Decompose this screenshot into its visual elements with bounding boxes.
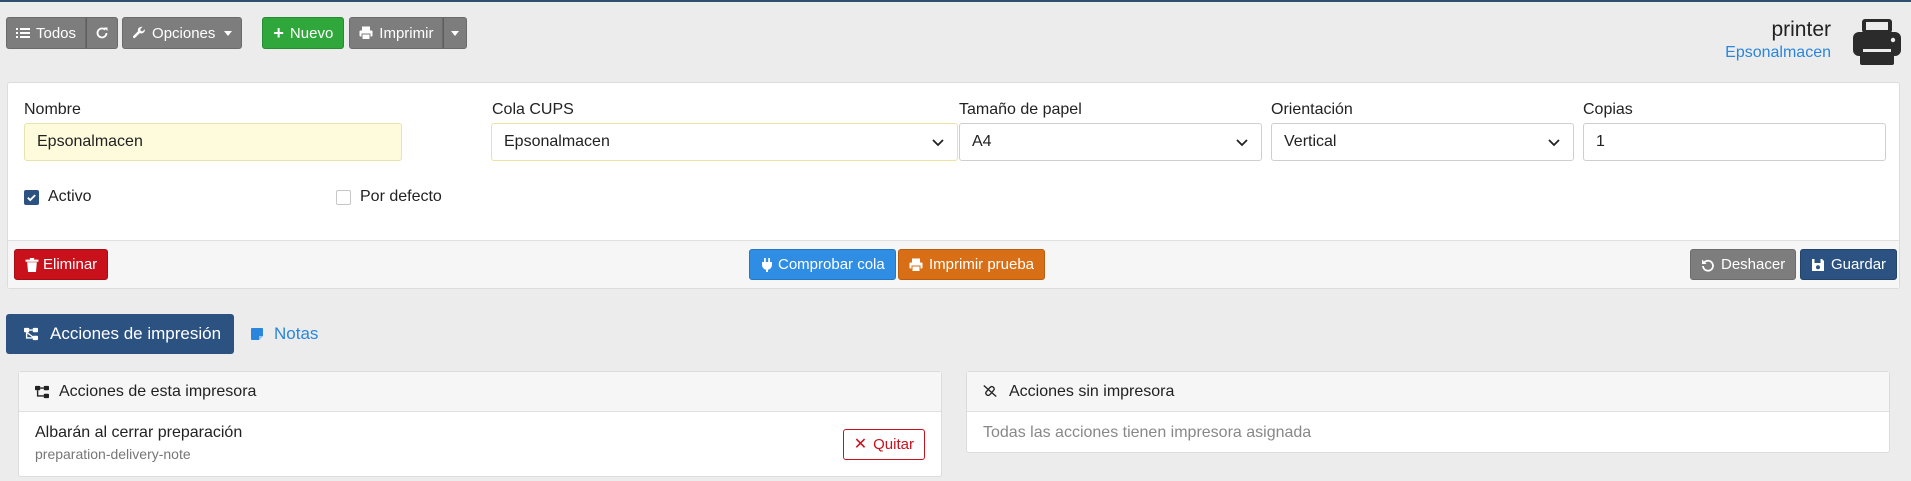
- printer-actions-header: Acciones de esta impresora: [19, 372, 941, 412]
- tab-print-actions[interactable]: Acciones de impresión: [6, 314, 234, 354]
- printer-form-card: Nombre Epsonalmacen Cola CUPS Epsonalmac…: [7, 82, 1900, 289]
- sticky-note-icon: [250, 327, 264, 341]
- printer-icon: [359, 26, 373, 40]
- record-subtitle-link[interactable]: Epsonalmacen: [1725, 43, 1831, 63]
- paper-size-label: Tamaño de papel: [959, 101, 1082, 118]
- plug-icon: [760, 257, 772, 272]
- print-button-group: Imprimir: [349, 17, 468, 49]
- list-item: Albarán al cerrar preparación preparatio…: [19, 412, 941, 474]
- checkbox-checked-icon: [24, 189, 39, 205]
- orientation-value: Vertical: [1284, 133, 1337, 150]
- undo-label: Deshacer: [1721, 256, 1786, 273]
- undo-button[interactable]: Deshacer: [1690, 249, 1797, 280]
- default-checkbox[interactable]: Por defecto: [336, 188, 442, 206]
- sitemap-icon: [35, 385, 51, 399]
- print-dropdown-button[interactable]: [443, 17, 468, 49]
- printer-icon: [1851, 17, 1903, 67]
- cups-queue-label: Cola CUPS: [492, 101, 574, 118]
- chevron-down-icon: [224, 30, 233, 36]
- save-label: Guardar: [1831, 256, 1887, 273]
- empty-state-text: Todas las acciones tienen impresora asig…: [983, 424, 1312, 441]
- unassigned-actions-header: Acciones sin impresora: [967, 372, 1889, 412]
- toolbar: Todos Opciones + Nuevo Imprimir: [6, 17, 468, 49]
- delete-button-label: Eliminar: [43, 256, 98, 273]
- all-button[interactable]: Todos: [6, 17, 87, 49]
- save-icon: [1811, 258, 1825, 272]
- print-button-label: Imprimir: [379, 24, 434, 42]
- undo-icon: [1701, 258, 1715, 272]
- sitemap-icon: [24, 327, 40, 341]
- refresh-button[interactable]: [86, 17, 119, 49]
- checkbox-unchecked-icon: [336, 189, 351, 205]
- tab-print-actions-label: Acciones de impresión: [50, 324, 222, 343]
- empty-state: Todas las acciones tienen impresora asig…: [967, 412, 1889, 454]
- chevron-down-icon: [451, 30, 460, 36]
- copies-label: Copias: [1583, 101, 1633, 118]
- unlink-icon: [983, 384, 1001, 400]
- check-queue-label: Comprobar cola: [778, 256, 885, 273]
- test-print-button[interactable]: Imprimir prueba: [898, 249, 1046, 280]
- remove-action-label: Quitar: [873, 436, 914, 453]
- cups-queue-select[interactable]: Epsonalmacen: [491, 123, 958, 161]
- form-footer: Eliminar Comprobar cola Imprimir prueba …: [8, 240, 1899, 288]
- top-accent-line: [0, 0, 1911, 2]
- new-button[interactable]: + Nuevo: [262, 17, 345, 49]
- print-button[interactable]: Imprimir: [349, 17, 444, 49]
- delete-button[interactable]: Eliminar: [14, 249, 109, 280]
- plus-icon: +: [273, 23, 284, 43]
- orientation-select[interactable]: Vertical: [1271, 123, 1574, 161]
- printer-icon: [909, 258, 923, 272]
- unassigned-actions-panel: Acciones sin impresora Todas las accione…: [966, 371, 1890, 453]
- active-label: Activo: [48, 188, 92, 205]
- new-button-label: Nuevo: [289, 24, 334, 42]
- test-print-label: Imprimir prueba: [929, 256, 1035, 273]
- refresh-icon: [95, 26, 109, 40]
- copies-input[interactable]: 1: [1583, 123, 1886, 161]
- options-button[interactable]: Opciones: [122, 17, 243, 49]
- chevron-down-icon: [1548, 139, 1560, 147]
- chevron-down-icon: [932, 139, 944, 147]
- all-button-label: Todos: [36, 24, 77, 42]
- wrench-icon: [132, 26, 146, 40]
- remove-action-button[interactable]: ✕ Quitar: [842, 429, 925, 460]
- trash-icon: [25, 258, 39, 272]
- printer-actions-panel: Acciones de esta impresora Albarán al ce…: [18, 371, 942, 477]
- tab-notes-label: Notas: [274, 324, 319, 343]
- orientation-label: Orientación: [1271, 101, 1353, 118]
- record-header: printer Epsonalmacen: [1725, 17, 1831, 63]
- copies-value: 1: [1596, 133, 1605, 150]
- printer-actions-title: Acciones de esta impresora: [59, 382, 257, 400]
- list-button-group: Todos: [6, 17, 119, 49]
- close-icon: ✕: [853, 435, 868, 453]
- save-button[interactable]: Guardar: [1800, 249, 1898, 280]
- name-label: Nombre: [24, 101, 81, 118]
- paper-size-select[interactable]: A4: [959, 123, 1262, 161]
- active-checkbox[interactable]: Activo: [24, 188, 92, 206]
- page-title: printer: [1771, 18, 1831, 41]
- check-queue-button[interactable]: Comprobar cola: [749, 249, 896, 280]
- options-button-label: Opciones: [152, 24, 216, 42]
- paper-size-value: A4: [972, 133, 992, 150]
- cups-queue-value: Epsonalmacen: [504, 133, 610, 150]
- default-label: Por defecto: [360, 188, 442, 205]
- name-field[interactable]: Epsonalmacen: [24, 123, 402, 161]
- action-code: preparation-delivery-note: [35, 446, 191, 462]
- action-title: Albarán al cerrar preparación: [35, 424, 243, 441]
- list-icon: [16, 26, 30, 40]
- tab-notes[interactable]: Notas: [250, 314, 318, 354]
- chevron-down-icon: [1236, 139, 1248, 147]
- unassigned-actions-title: Acciones sin impresora: [1009, 382, 1175, 400]
- name-value: Epsonalmacen: [37, 133, 143, 150]
